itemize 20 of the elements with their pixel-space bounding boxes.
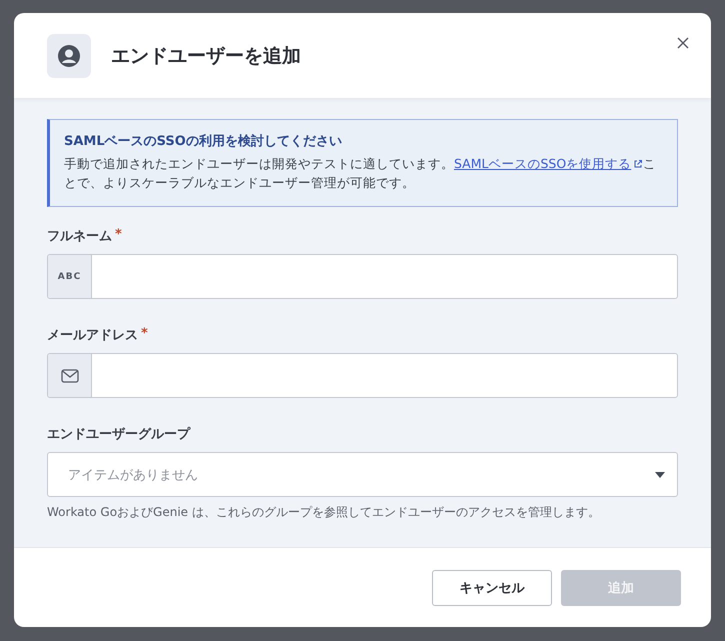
close-icon[interactable] bbox=[675, 35, 691, 51]
name-field[interactable]: ABC bbox=[47, 254, 678, 299]
email-field[interactable] bbox=[47, 353, 678, 398]
notice-text: 手動で追加されたエンドユーザーは開発やテストに適しています。SAMLベースのSSOを使用する ことで、よりスケーラブルなエンドユーザー管理が可能です。 bbox=[64, 155, 658, 192]
user-icon bbox=[47, 34, 91, 78]
envelope-icon bbox=[60, 368, 78, 382]
sso-link[interactable]: SAMLベースのSSOを使用する bbox=[454, 156, 644, 171]
help-text: Workato GoおよびGenie は、これらのグループを参照してエンドユーザーのアクセスを管理します。 bbox=[47, 504, 601, 521]
caret-icon bbox=[655, 472, 665, 478]
notice-title: SAMLベースのSSOの利用を検討してください bbox=[64, 133, 343, 150]
field-label: フルネーム bbox=[47, 228, 112, 245]
cancel-button[interactable]: キャンセル bbox=[432, 570, 552, 606]
group-select[interactable]: アイテムがありません bbox=[47, 452, 678, 497]
field-label: エンドユーザーグループ bbox=[47, 426, 190, 443]
external-link-icon bbox=[633, 159, 644, 169]
dialog-title: エンドユーザーを追加 bbox=[111, 44, 301, 68]
required-mark: * bbox=[141, 326, 148, 343]
field-label: メールアドレス bbox=[47, 327, 138, 344]
required-mark: * bbox=[115, 227, 122, 244]
text-type-icon: ABC bbox=[48, 255, 92, 298]
